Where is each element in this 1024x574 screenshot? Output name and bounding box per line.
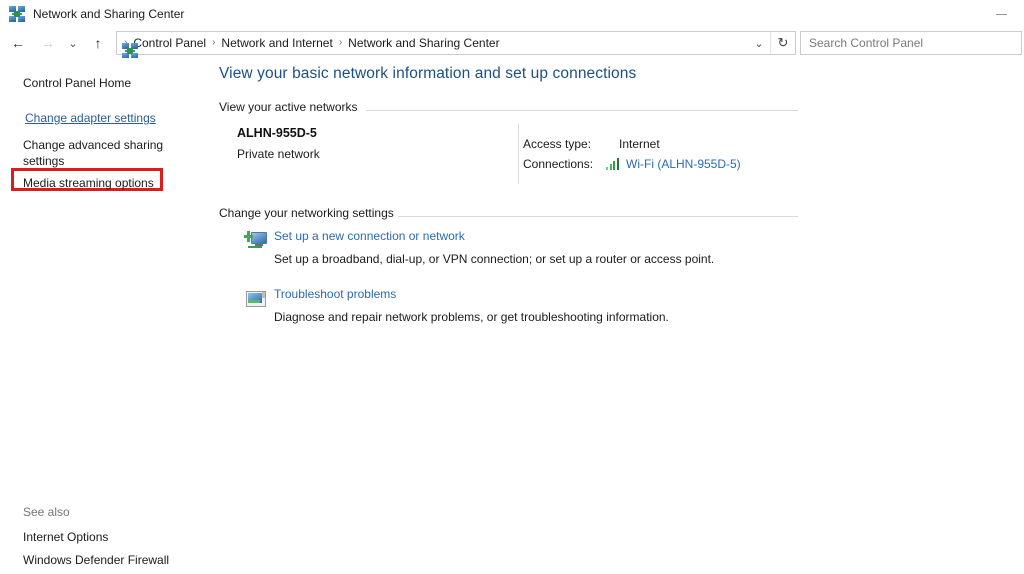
connections-row: Wi-Fi (ALHN-955D-5) — [606, 157, 741, 171]
networking-settings-section-title: Change your networking settings — [219, 206, 394, 220]
search-box[interactable] — [800, 31, 1022, 55]
navigation-bar: ← → ⌄ ↑ › Control Panel › Network and In… — [0, 28, 1024, 59]
sidebar-item-control-panel-home[interactable]: Control Panel Home — [23, 76, 131, 90]
breadcrumb-item-network-and-sharing-center[interactable]: Network and Sharing Center — [342, 32, 505, 54]
refresh-icon: ↻ — [777, 35, 789, 50]
chevron-down-icon: ⌄ — [68, 37, 78, 50]
forward-arrow-icon: → — [41, 35, 55, 51]
active-networks-section-title: View your active networks — [219, 100, 358, 114]
title-bar: Network and Sharing Center — [0, 0, 1024, 28]
window-title: Network and Sharing Center — [33, 7, 185, 21]
breadcrumb-item-network-and-internet[interactable]: Network and Internet — [215, 32, 338, 54]
active-network-type: Private network — [237, 147, 320, 161]
wifi-signal-icon — [606, 158, 621, 170]
troubleshoot-icon — [244, 288, 268, 312]
main-panel: View your basic network information and … — [218, 58, 1024, 574]
access-type-label: Access type: — [523, 137, 592, 151]
address-bar[interactable]: › Control Panel › Network and Internet ›… — [116, 31, 796, 59]
address-dropdown-button[interactable]: ⌄ — [748, 32, 770, 54]
setting-description-troubleshoot: Diagnose and repair network problems, or… — [274, 310, 669, 324]
recent-locations-button[interactable]: ⌄ — [64, 31, 82, 55]
up-arrow-icon: ↑ — [94, 35, 102, 51]
connection-link-wifi[interactable]: Wi-Fi (ALHN-955D-5) — [626, 157, 741, 171]
chevron-down-icon: ⌄ — [754, 37, 764, 50]
see-also-item-internet-options[interactable]: Internet Options — [23, 530, 108, 544]
active-network-divider — [518, 124, 519, 184]
sidebar: Control Panel Home Change adapter settin… — [0, 58, 218, 574]
network-sharing-icon — [9, 6, 25, 22]
page-title: View your basic network information and … — [219, 65, 637, 82]
sidebar-item-media-streaming-options[interactable]: Media streaming options — [23, 176, 154, 190]
window-controls — [978, 0, 1024, 28]
search-input[interactable] — [801, 36, 1021, 50]
content-area: Control Panel Home Change adapter settin… — [0, 58, 1024, 574]
active-networks-rule — [366, 110, 798, 111]
forward-button[interactable]: → — [36, 31, 60, 55]
sidebar-item-change-advanced-sharing-settings[interactable]: Change advanced sharing settings — [23, 137, 183, 169]
back-arrow-icon: ← — [11, 35, 25, 51]
setting-link-troubleshoot[interactable]: Troubleshoot problems — [274, 287, 396, 301]
see-also-heading: See also — [23, 505, 70, 519]
back-button[interactable]: ← — [6, 31, 30, 55]
access-type-value: Internet — [619, 137, 660, 151]
refresh-button[interactable]: ↻ — [771, 32, 795, 54]
setting-description-new-connection: Set up a broadband, dial-up, or VPN conn… — [274, 252, 715, 266]
minimize-button[interactable] — [978, 0, 1024, 28]
breadcrumb-item-control-panel[interactable]: Control Panel — [127, 32, 212, 54]
connections-label: Connections: — [523, 157, 594, 171]
active-network-name: ALHN-955D-5 — [237, 126, 317, 140]
sidebar-item-change-adapter-settings[interactable]: Change adapter settings — [25, 111, 156, 125]
see-also-item-windows-defender-firewall[interactable]: Windows Defender Firewall — [23, 553, 169, 567]
minimize-icon — [995, 13, 1007, 15]
breadcrumb: › Control Panel › Network and Internet ›… — [124, 32, 506, 54]
networking-settings-rule — [398, 216, 798, 217]
new-connection-icon — [244, 230, 268, 254]
setting-link-new-connection[interactable]: Set up a new connection or network — [274, 229, 465, 243]
up-one-level-button[interactable]: ↑ — [86, 31, 110, 55]
